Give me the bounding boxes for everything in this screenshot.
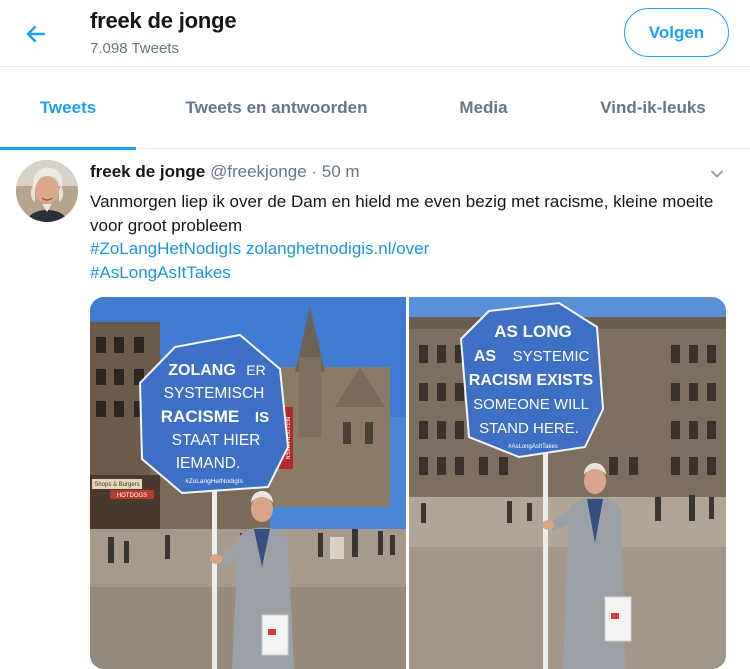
left-sign-line-4: STAAT HIER — [172, 432, 261, 449]
tweet-count: 7.098 Tweets — [90, 40, 179, 57]
tweet-photo-left[interactable]: BEELDEN MAKEN Shops & Burgers HOTDOGS — [90, 297, 406, 669]
tweet-author-name[interactable]: freek de jonge — [90, 162, 205, 181]
tweet-menu-button[interactable] — [706, 163, 728, 185]
avatar[interactable] — [16, 160, 78, 222]
right-sign-line-2a: AS — [474, 348, 497, 365]
right-sign-line-5: STAND HERE. — [479, 420, 579, 437]
right-sign-line-2b: SYSTEMIC — [513, 348, 590, 365]
right-sign-line-4: SOMEONE WILL — [473, 396, 589, 413]
arrow-left-icon — [26, 25, 46, 43]
tab-likes[interactable]: Vind-ik-leuks — [568, 67, 738, 149]
left-sign-line-5: IEMAND. — [176, 455, 241, 472]
shop-name: HOTDOGS — [117, 493, 147, 499]
tab-tweets[interactable]: Tweets — [0, 67, 136, 150]
back-button[interactable] — [20, 18, 52, 50]
left-sign-line-3b: IS — [255, 409, 269, 426]
left-sign-line-2: SYSTEMISCH — [164, 385, 265, 402]
tweet-timestamp[interactable]: 50 m — [322, 162, 360, 181]
tweet-separator: · — [311, 162, 318, 181]
profile-header: freek de jonge 7.098 Tweets Volgen — [0, 0, 750, 67]
tweet-media: BEELDEN MAKEN Shops & Burgers HOTDOGS — [90, 297, 726, 669]
tweet-photo-right[interactable]: AS LONG AS SYSTEMIC RACISM EXISTS SOMEON… — [409, 297, 726, 669]
left-sign-line-1a: ZOLANG — [168, 362, 236, 379]
tweet-author-handle[interactable]: @freekjonge — [210, 162, 307, 181]
profile-name: freek de jonge — [90, 8, 237, 33]
chevron-down-icon — [711, 170, 723, 178]
tweet-url-link[interactable]: zolanghetnodigis.nl/over — [246, 239, 429, 258]
hashtag-aslongasittakes[interactable]: #AsLongAsItTakes — [90, 263, 231, 282]
hashtag-zolanghetnodigis[interactable]: #ZoLangHetNodigIs — [90, 239, 241, 258]
tab-media[interactable]: Media — [437, 67, 530, 149]
left-sign-line-3a: RACISME — [161, 407, 239, 426]
tweet-body: Vanmorgen liep ik over de Dam en hield m… — [90, 190, 730, 284]
left-sign-hashtag: #ZoLangHetNodigIs — [185, 478, 244, 485]
tweet-text: Vanmorgen liep ik over de Dam en hield m… — [90, 192, 714, 235]
right-sign-hashtag: #AsLongAsItTakes — [508, 444, 558, 450]
follow-button[interactable]: Volgen — [624, 8, 729, 57]
profile-tabs: Tweets Tweets en antwoorden Media Vind-i… — [0, 67, 750, 150]
right-sign-line-1: AS LONG — [494, 322, 571, 341]
storefront-sign: Shops & Burgers — [94, 482, 139, 488]
tab-tweets-and-replies[interactable]: Tweets en antwoorden — [160, 67, 393, 149]
tweet-header: freek de jonge @freekjonge · 50 m — [90, 162, 360, 182]
left-sign-line-1b: ER — [246, 362, 265, 378]
right-sign-line-3: RACISM EXISTS — [469, 372, 594, 389]
